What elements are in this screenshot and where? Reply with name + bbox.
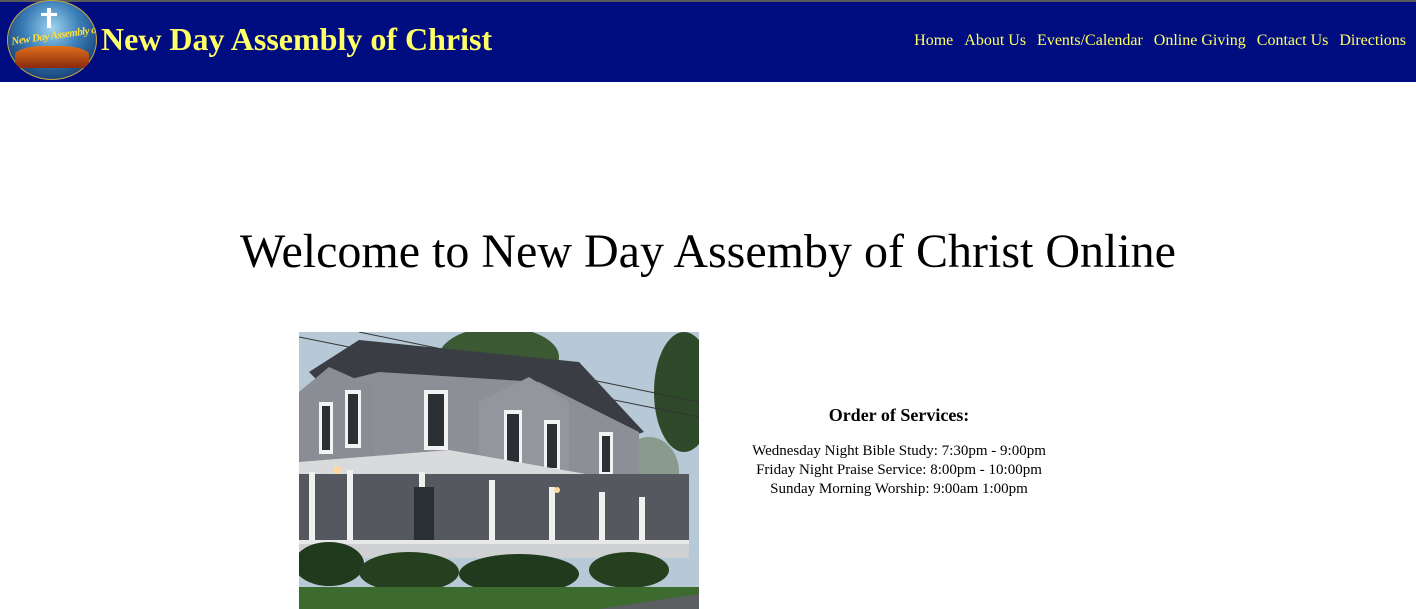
nav-directions[interactable]: Directions	[1339, 31, 1406, 51]
cross-icon	[41, 8, 57, 28]
nav-home[interactable]: Home	[914, 31, 953, 51]
service-line-sunday: Sunday Morning Worship: 9:00am 1:00pm	[770, 481, 1028, 497]
services-title: Order of Services:	[828, 405, 970, 425]
logo-lettering: New Day Assembly of Christ	[10, 20, 97, 48]
service-line-friday: Friday Night Praise Service: 8:00pm - 10…	[756, 462, 1042, 478]
nav-events-calendar[interactable]: Events/Calendar	[1037, 31, 1143, 51]
order-of-services: Order of Services: Wednesday Night Bible…	[699, 404, 1099, 499]
main-nav: Home About Us Events/Calendar Online Giv…	[903, 31, 1406, 51]
site-title[interactable]: New Day Assembly of Christ	[101, 19, 492, 59]
nav-about-us[interactable]: About Us	[964, 31, 1026, 51]
nav-contact-us[interactable]: Contact Us	[1257, 31, 1329, 51]
nav-online-giving[interactable]: Online Giving	[1154, 31, 1246, 51]
service-line-wednesday: Wednesday Night Bible Study: 7:30pm - 9:…	[752, 443, 1046, 459]
church-logo[interactable]: New Day Assembly of Christ	[7, 0, 97, 80]
open-book-icon	[15, 46, 89, 68]
site-header: New Day Assembly of Christ New Day Assem…	[0, 0, 1416, 82]
welcome-heading: Welcome to New Day Assemby of Christ Onl…	[240, 225, 1176, 278]
church-building-photo	[299, 332, 699, 609]
